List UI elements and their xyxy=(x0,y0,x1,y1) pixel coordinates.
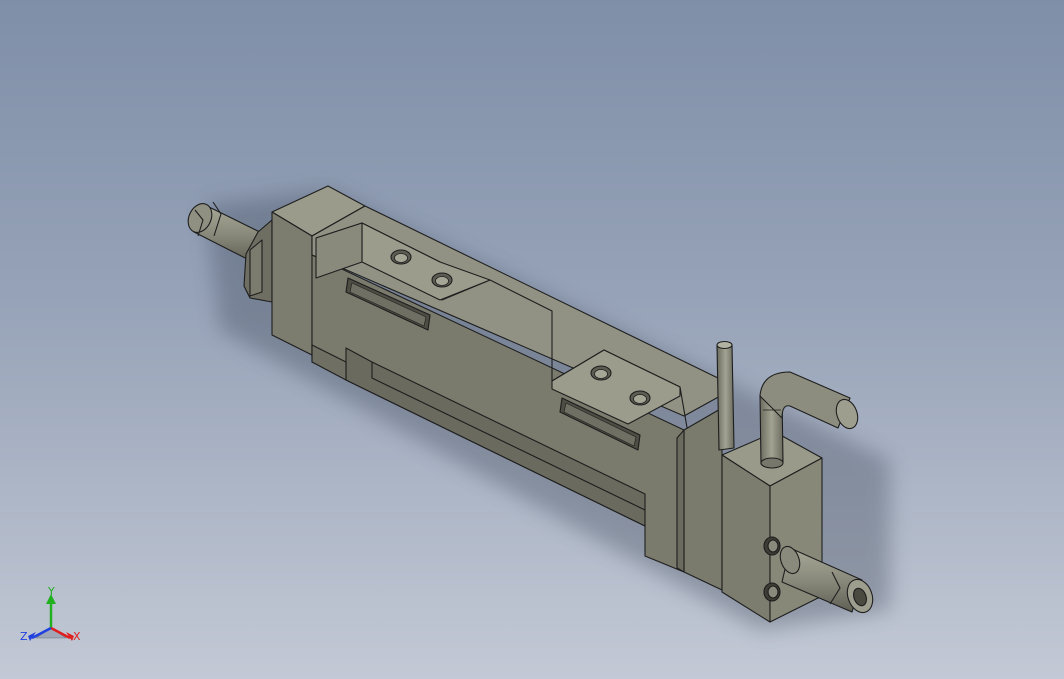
z-axis-label: Z xyxy=(20,630,28,643)
sensor-pin[interactable] xyxy=(716,340,735,451)
screw-lower xyxy=(763,582,781,602)
right-end-plate[interactable] xyxy=(676,407,723,591)
cad-viewport[interactable]: Y X Z xyxy=(0,0,1064,679)
y-axis-label: Y xyxy=(47,586,55,598)
orientation-triad[interactable]: Y X Z xyxy=(18,586,84,646)
x-axis-label: X xyxy=(73,630,81,643)
screw-upper xyxy=(763,536,781,556)
valve-assembly-model[interactable] xyxy=(0,0,1064,679)
